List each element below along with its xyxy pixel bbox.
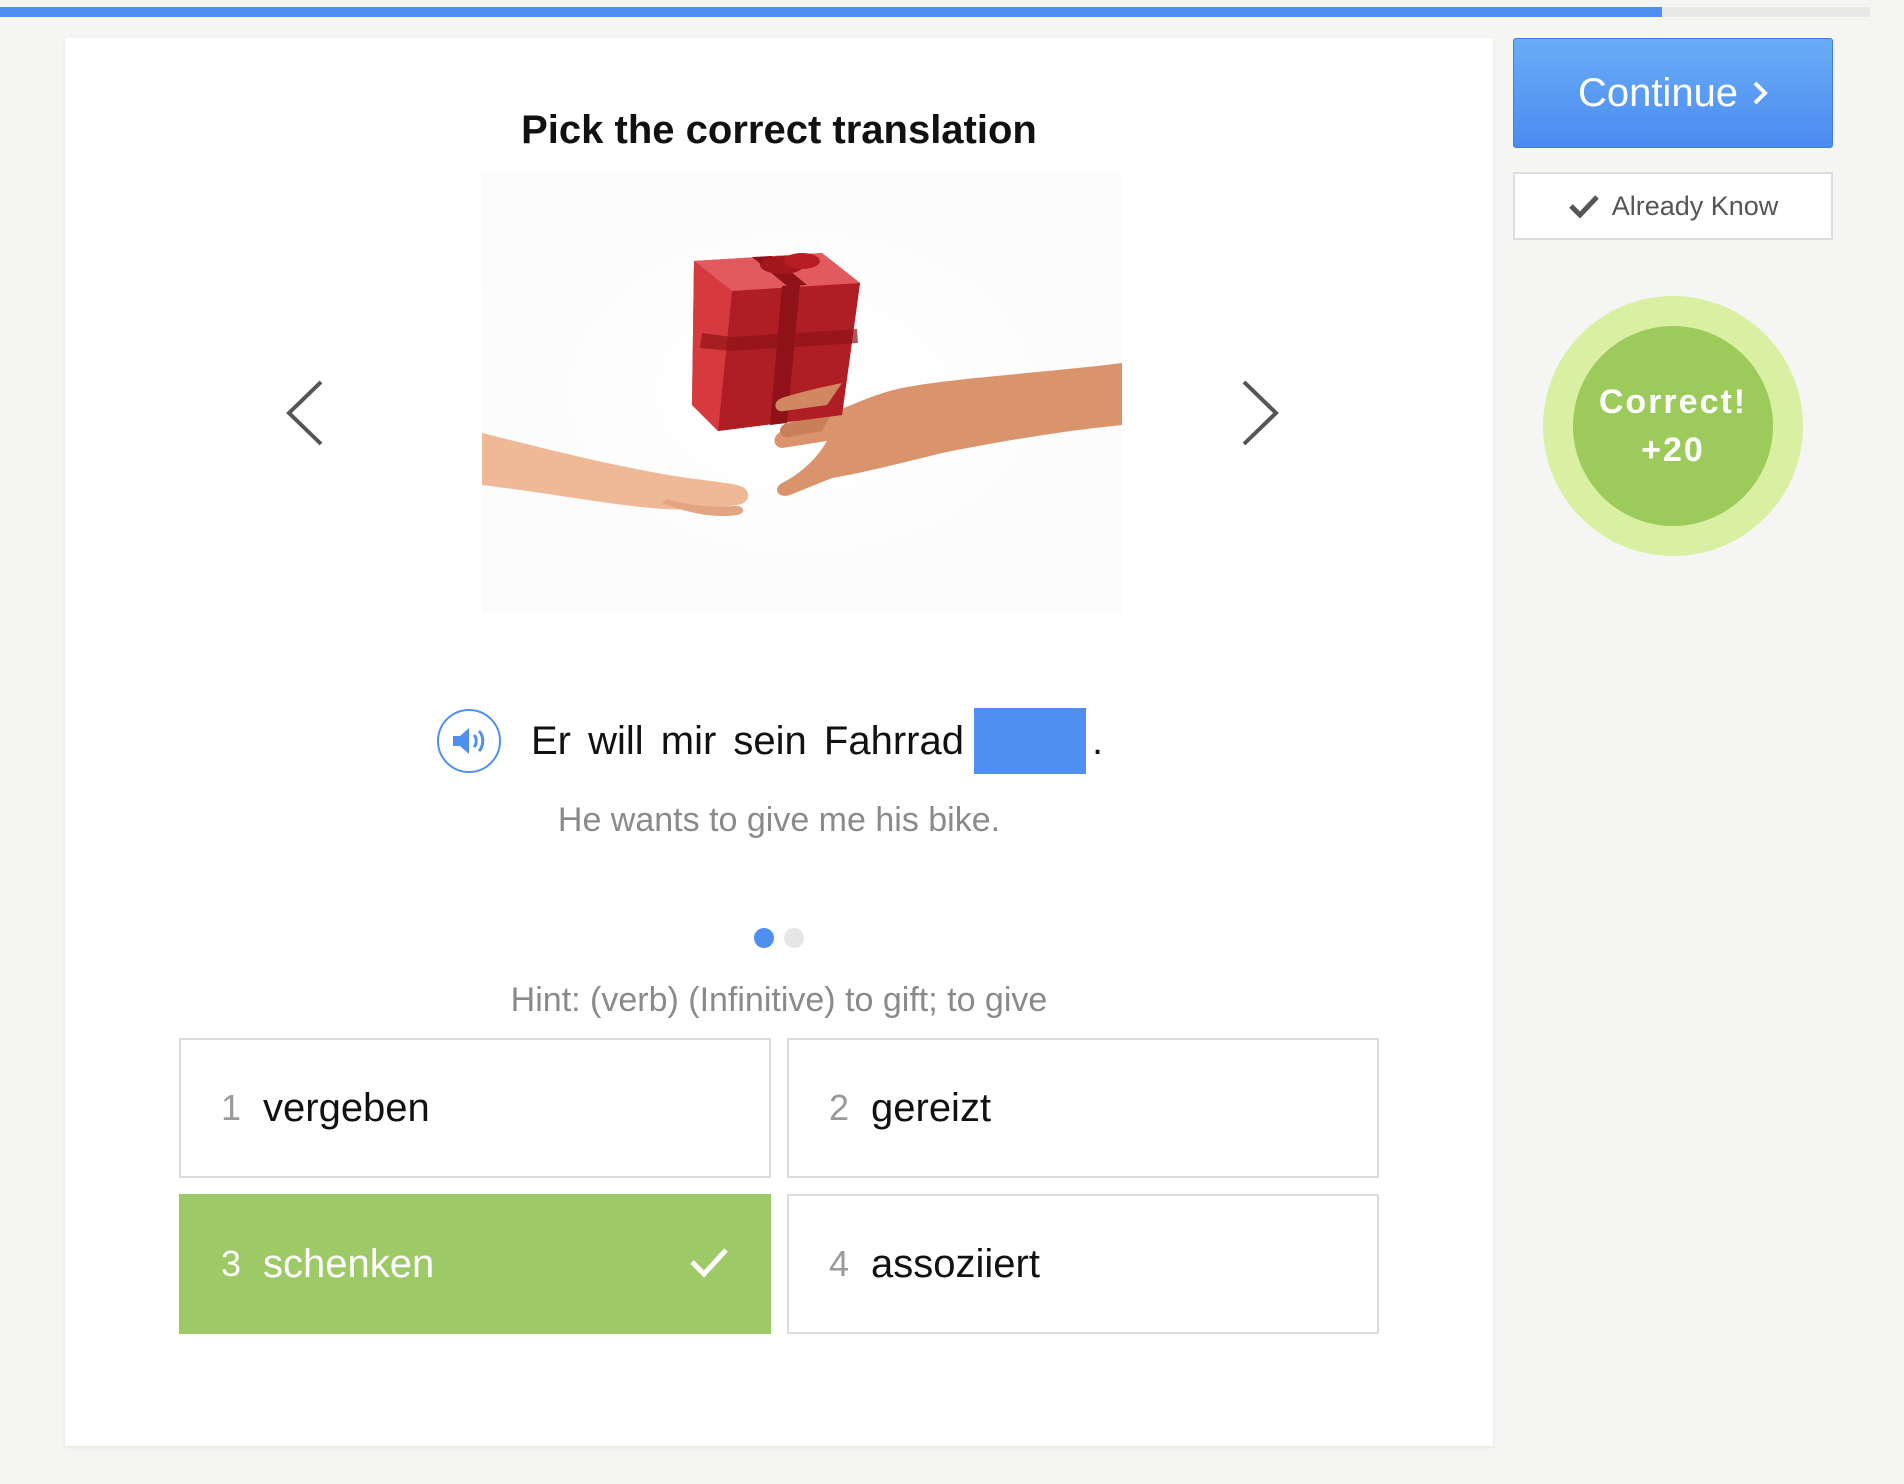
badge-status: Correct! (1598, 383, 1748, 421)
option-word: schenken (263, 1241, 435, 1286)
hint-text: Hint: (verb) (Infinitive) to gift; to gi… (510, 981, 1048, 1019)
chevron-right-small-icon (1752, 80, 1768, 106)
german-sentence: Er will mir sein Fahrrad (531, 718, 964, 763)
answer-blank (973, 708, 1086, 774)
continue-label: Continue (1577, 70, 1739, 115)
badge-points: +20 (1641, 431, 1705, 469)
checkmark-icon (1568, 194, 1600, 218)
correct-badge: Correct! +20 (1543, 296, 1803, 556)
correct-badge-inner: Correct! +20 (1573, 326, 1773, 526)
exercise-title: Pick the correct translation (521, 108, 1037, 152)
option-word: gereizt (871, 1085, 992, 1130)
option-number: 3 (221, 1243, 242, 1284)
speaker-icon (453, 728, 485, 754)
answer-option-3[interactable]: 3 schenken (179, 1194, 771, 1334)
previous-image-button[interactable] (275, 373, 335, 453)
option-number: 1 (221, 1087, 242, 1128)
english-translation: He wants to give me his bike. (557, 801, 1001, 839)
checkmark-icon (689, 1246, 729, 1283)
continue-button[interactable]: Continue (1513, 38, 1833, 148)
play-audio-button[interactable] (437, 709, 501, 773)
pagination-dot-1[interactable] (754, 928, 774, 948)
progress-bar-fill (0, 7, 1663, 17)
already-know-button[interactable]: Already Know (1513, 172, 1833, 240)
pagination-dot-2[interactable] (784, 928, 804, 948)
option-word: vergeben (263, 1085, 430, 1130)
exercise-card: Pick the correct translation Er will mir… (65, 38, 1493, 1446)
option-number: 2 (829, 1087, 850, 1128)
next-image-button[interactable] (1230, 373, 1290, 453)
pagination-dots (65, 928, 1493, 948)
answer-option-4[interactable]: 4 assoziiert (787, 1194, 1379, 1334)
chevron-left-icon (286, 380, 323, 446)
answer-option-1[interactable]: 1 vergeben (179, 1038, 771, 1178)
answer-option-2[interactable]: 2 gereizt (787, 1038, 1379, 1178)
option-word: assoziiert (871, 1241, 1040, 1286)
option-number: 4 (829, 1243, 850, 1284)
chevron-right-icon (1242, 380, 1279, 446)
progress-bar (0, 7, 1870, 17)
already-know-label: Already Know (1611, 190, 1779, 221)
sentence-row: Er will mir sein Fahrrad . (437, 706, 1197, 776)
sentence-period: . (1091, 718, 1104, 763)
gift-image (482, 173, 1122, 613)
